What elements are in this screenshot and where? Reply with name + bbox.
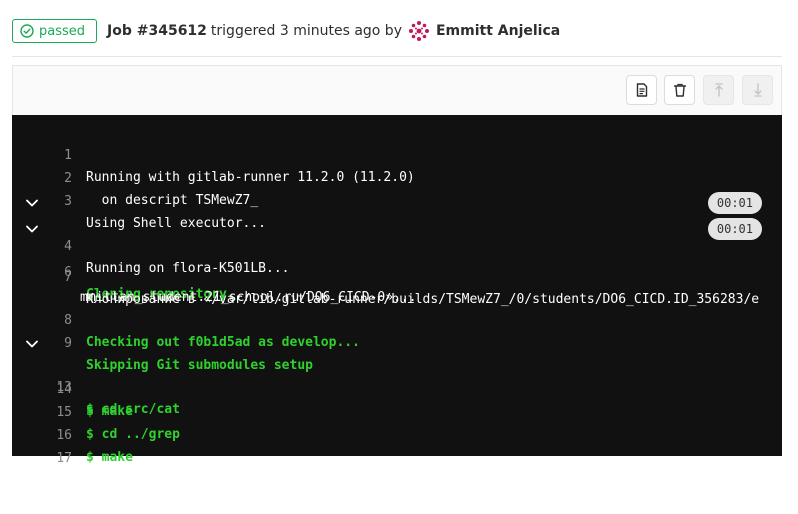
scroll-top-button[interactable] [703,75,734,105]
job-header: passed Job #345612 triggered 3 minutes a… [12,18,782,44]
job-log: 1 Running with gitlab-runner 11.2.0 (11.… [12,115,782,488]
erase-log-button[interactable] [664,75,695,105]
scroll-bottom-button[interactable] [742,75,773,105]
log-line: 2 on descript TSMewZ7_ [12,146,782,208]
log-line: 16 $ make [12,403,782,465]
log-line: 1 Running with gitlab-runner 11.2.0 (11.… [12,123,782,185]
log-toolbar [12,65,782,115]
log-text: $ make [86,450,133,465]
check-circle-icon [20,24,34,38]
log-section-header[interactable]: 4 Running on flora-K501LB... 00:01 [12,192,782,276]
trash-icon [673,83,686,97]
raw-log-icon [636,83,647,97]
log-section-header[interactable]: 6 Cloning repository... 00:01 [12,218,782,302]
log-line: 8 Checking out f0b1d5ad as develop... [12,288,782,350]
chevron-down-icon[interactable] [26,198,38,208]
log-section-header[interactable]: 13 $ cd src/cat [12,333,782,417]
avatar[interactable] [407,20,430,42]
log-line-continuation: mmittan_student.21_school.ru/DO6_CICD-0»… [12,265,782,305]
status-badge[interactable]: passed [12,19,98,43]
line-number[interactable]: 17 [48,448,72,470]
log-line: 17 compiling ... [12,426,782,488]
status-label: passed [39,23,86,39]
section-duration-badge: 00:01 [707,192,762,214]
scroll-top-icon [714,83,723,97]
log-line: 7 Клонирование в «/var/lib/gitlab-runner… [12,245,782,307]
job-title: Job #345612 [107,23,207,39]
author-name[interactable]: Emmitt Anjelica [436,23,560,39]
chevron-down-icon[interactable] [26,339,38,349]
section-duration-badge: 00:01 [707,218,762,240]
log-line: 14 $ make [12,357,782,419]
job-meta: triggered 3 minutes ago by [210,23,402,39]
header-divider [12,56,782,57]
log-line: 3 Using Shell executor... [12,169,782,231]
raw-log-button[interactable] [626,75,657,105]
log-text: compiling ... [86,473,188,488]
scroll-bottom-icon [753,83,762,97]
log-line: 15 $ cd ../grep [12,380,782,442]
chevron-down-icon[interactable] [26,224,38,234]
log-line: 9 Skipping Git submodules setup [12,311,782,373]
